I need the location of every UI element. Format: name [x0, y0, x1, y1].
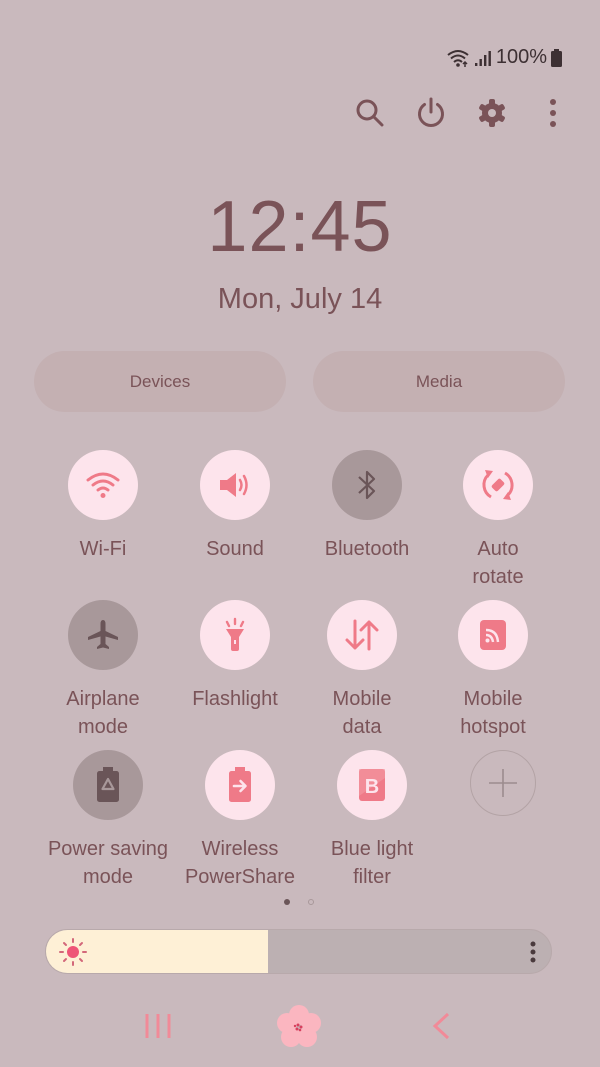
tile-auto-rotate[interactable]: Auto rotate [433, 450, 563, 591]
page-dot-active[interactable] [284, 899, 290, 905]
page-dot[interactable] [308, 899, 314, 905]
clock-date[interactable]: Mon, July 14 [0, 283, 600, 316]
back-button[interactable] [428, 1011, 454, 1041]
tile-mobile-data-button[interactable] [327, 600, 397, 670]
hotspot-icon [480, 620, 506, 650]
media-label: Media [415, 371, 463, 391]
tile-blue-light-filter-label: Blue light filter [330, 838, 414, 888]
tile-airplane-mode-label: Airplane mode [66, 688, 140, 738]
search-button[interactable] [353, 95, 387, 131]
more-icon [550, 99, 556, 127]
power-icon [418, 97, 444, 127]
tile-bluetooth-label: Bluetooth [324, 538, 410, 560]
flashlight-icon [225, 617, 245, 651]
tile-mobile-data-label: Mobile data [332, 688, 392, 738]
devices-button[interactable]: Devices [34, 351, 286, 412]
svg-text:B: B [365, 776, 379, 798]
recents-button[interactable] [143, 1011, 173, 1041]
tile-blue-light-filter-button[interactable]: B [337, 750, 407, 820]
tile-blue-light-filter[interactable]: B Blue light filter [307, 750, 437, 891]
tile-auto-rotate-button[interactable] [463, 450, 533, 520]
brightness-slider[interactable] [45, 929, 552, 974]
page-indicator [284, 899, 314, 905]
tile-mobile-hotspot-button[interactable] [458, 600, 528, 670]
home-icon [277, 1005, 321, 1047]
tile-wifi[interactable]: Wi-Fi [38, 450, 168, 563]
home-button[interactable] [274, 1003, 324, 1051]
power-saving-icon [97, 767, 119, 802]
settings-button[interactable] [475, 95, 509, 131]
search-icon [356, 99, 384, 127]
tile-flashlight-label: Flashlight [192, 688, 278, 710]
tile-power-saving-label: Power saving mode [47, 838, 169, 888]
tile-wifi-button[interactable] [68, 450, 138, 520]
status-bar: 100% [446, 46, 562, 69]
add-tile-button[interactable] [470, 750, 536, 816]
tile-power-saving-button[interactable] [73, 750, 143, 820]
tile-flashlight-button[interactable] [200, 600, 270, 670]
blue-light-filter-icon: B [359, 769, 385, 801]
tile-sound-button[interactable] [200, 450, 270, 520]
airplane-icon [88, 620, 118, 649]
sun-icon [59, 938, 87, 966]
brightness-more-icon[interactable] [529, 941, 537, 965]
more-options-button[interactable] [536, 95, 570, 131]
tile-auto-rotate-label: Auto rotate [472, 538, 524, 588]
settings-icon [479, 99, 505, 127]
tile-wireless-powershare[interactable]: Wireless PowerShare [175, 750, 305, 891]
media-button[interactable]: Media [313, 351, 565, 412]
recents-icon [145, 1014, 171, 1038]
tile-mobile-data[interactable]: Mobile data [297, 600, 427, 741]
battery-percent: 100% [495, 46, 547, 68]
signal-icon [474, 50, 491, 66]
mobile-data-icon [345, 619, 379, 651]
tile-wifi-label: Wi-Fi [79, 538, 127, 560]
tile-mobile-hotspot[interactable]: Mobile hotspot [428, 600, 558, 741]
devices-label: Devices [129, 371, 191, 391]
power-button[interactable] [414, 95, 448, 131]
clock-time[interactable]: 12:45 [0, 186, 600, 268]
tile-sound-label: Sound [206, 538, 264, 560]
tile-add[interactable] [438, 750, 568, 816]
sound-icon [220, 473, 248, 497]
bluetooth-icon [358, 470, 376, 500]
wifi-icon [86, 472, 120, 498]
wifi-icon [447, 49, 469, 67]
tile-mobile-hotspot-label: Mobile hotspot [460, 688, 526, 738]
tile-sound[interactable]: Sound [170, 450, 300, 563]
tile-airplane-mode[interactable]: Airplane mode [38, 600, 168, 741]
add-icon [489, 769, 517, 797]
tile-bluetooth[interactable]: Bluetooth [302, 450, 432, 563]
tile-flashlight[interactable]: Flashlight [170, 600, 300, 713]
battery-icon [551, 48, 562, 67]
tile-bluetooth-button[interactable] [332, 450, 402, 520]
powershare-icon [229, 767, 251, 802]
auto-rotate-icon [482, 470, 514, 500]
tile-power-saving[interactable]: Power saving mode [43, 750, 173, 891]
back-icon [432, 1012, 450, 1040]
quick-panel-toolbar [353, 95, 570, 131]
tile-wireless-powershare-label: Wireless PowerShare [184, 838, 296, 888]
navigation-bar [0, 1003, 600, 1053]
tile-airplane-mode-button[interactable] [68, 600, 138, 670]
tile-wireless-powershare-button[interactable] [205, 750, 275, 820]
